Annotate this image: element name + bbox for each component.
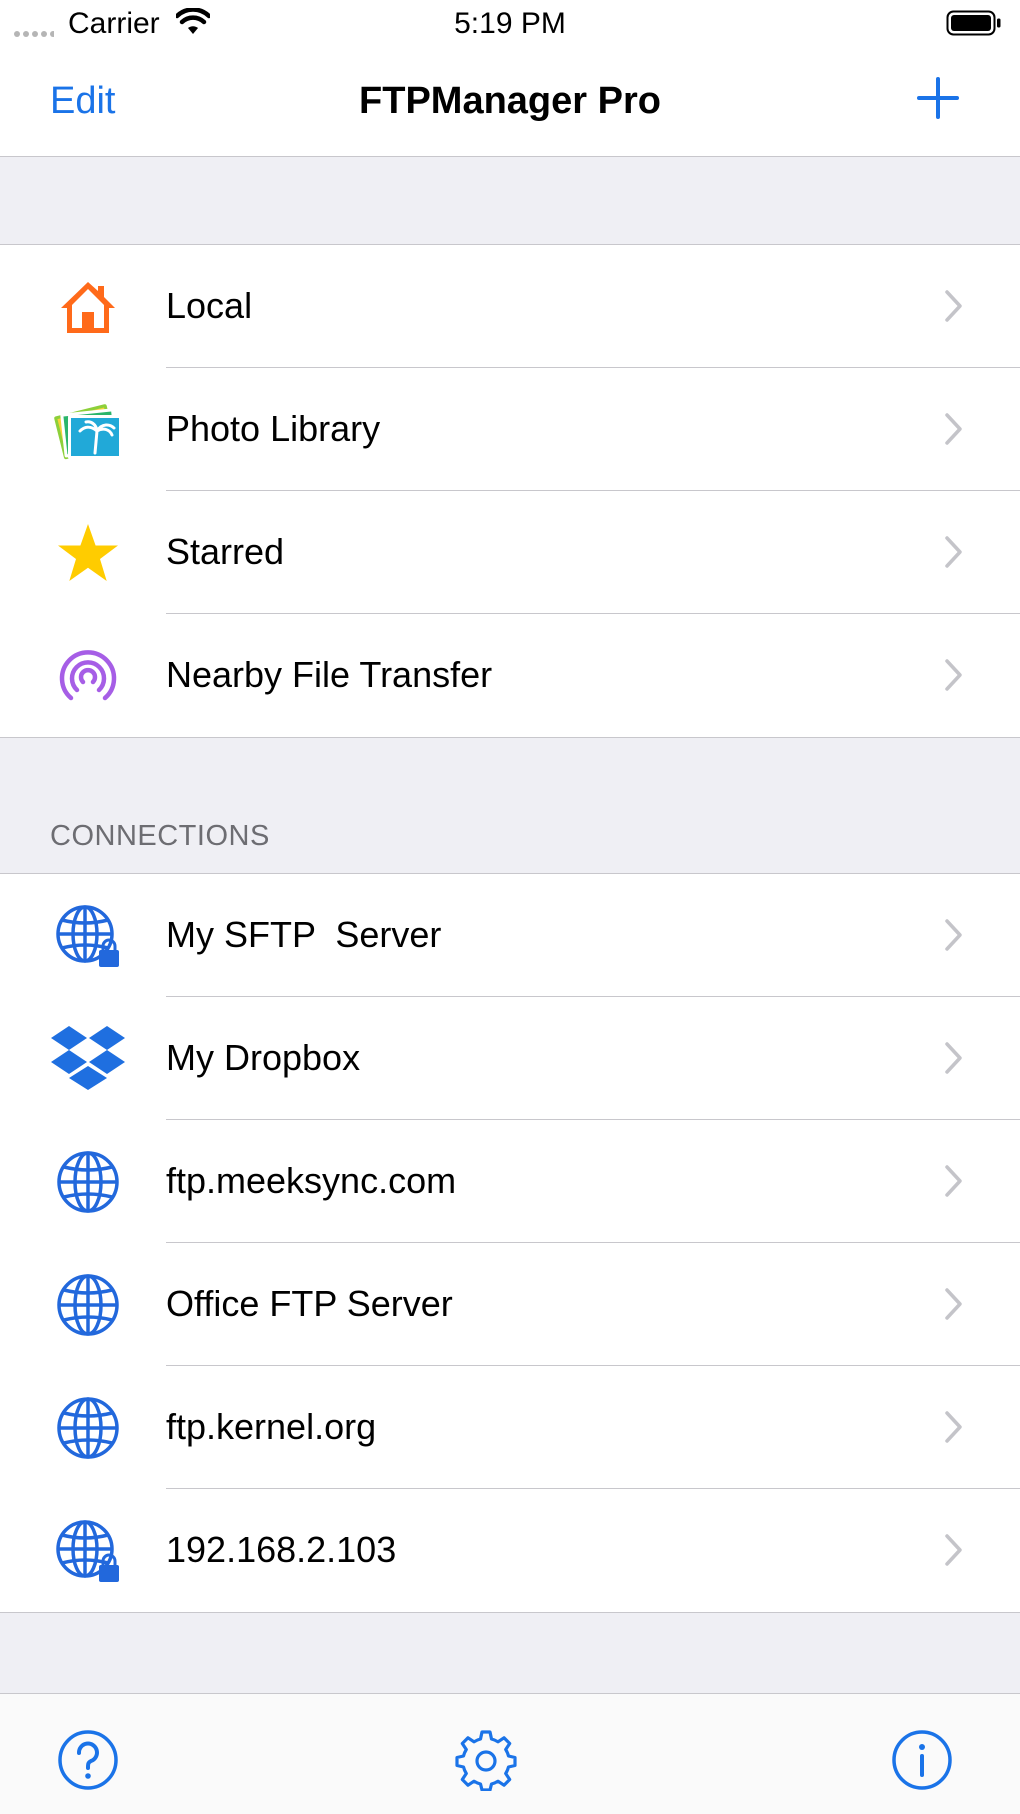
chevron-right-icon [945, 536, 962, 568]
globe-icon [48, 1394, 128, 1462]
airdrop-icon [48, 642, 128, 710]
list-item-label: ftp.meeksync.com [166, 1160, 457, 1201]
chevron-right-icon [945, 1165, 962, 1197]
house-icon [48, 273, 128, 341]
list-item-connection[interactable]: ftp.meeksync.com [0, 1120, 1020, 1243]
globe-lock-icon [48, 902, 128, 970]
chevron-right-icon [945, 1042, 962, 1074]
chevron-right-icon [945, 659, 962, 691]
chevron-right-icon [945, 1534, 962, 1566]
battery-icon [946, 10, 1001, 36]
list-item-starred[interactable]: Starred [0, 491, 1020, 614]
list-item-local[interactable]: Local [0, 245, 1020, 368]
list-item-photo-library[interactable]: Photo Library [0, 368, 1020, 491]
list-item-connection[interactable]: 192.168.2.103 [0, 1489, 1020, 1612]
chevron-right-icon [945, 413, 962, 445]
globe-lock-icon [48, 1517, 128, 1585]
help-icon [58, 1730, 118, 1790]
photos-icon [48, 396, 128, 464]
globe-icon [48, 1271, 128, 1339]
dropbox-icon [48, 1025, 128, 1093]
list-item-connection[interactable]: My Dropbox [0, 997, 1020, 1120]
list-item-label: ftp.kernel.org [166, 1406, 377, 1447]
list-item-label: My Dropbox [166, 1037, 361, 1078]
list-item-connection[interactable]: ftp.kernel.org [0, 1366, 1020, 1489]
list-item-label: Photo Library [166, 408, 381, 449]
navigation-bar: Edit FTPManager Pro [0, 50, 1020, 157]
clock: 5:19 PM [454, 7, 566, 40]
plus-icon [917, 77, 959, 119]
bottom-toolbar [0, 1693, 1020, 1814]
info-button[interactable] [891, 1729, 953, 1791]
add-connection-button[interactable] [916, 76, 960, 120]
list-item-label: Starred [166, 531, 285, 572]
info-icon [892, 1730, 952, 1790]
list-item-connection[interactable]: Office FTP Server [0, 1243, 1020, 1366]
connections-list: My SFTP Server My Dropbox ftp.meeksync.c… [0, 873, 1020, 1613]
page-title: FTPManager Pro [359, 80, 661, 122]
gear-icon [455, 1730, 517, 1791]
status-bar: Carrier 5:19 PM [0, 0, 1020, 50]
chevron-right-icon [945, 919, 962, 951]
globe-icon [48, 1148, 128, 1216]
chevron-right-icon [945, 290, 962, 322]
section-header-connections: CONNECTIONS [50, 820, 270, 852]
list-item-label: 192.168.2.103 [166, 1529, 397, 1570]
list-item-nearby-file-transfer[interactable]: Nearby File Transfer [0, 614, 1020, 737]
chevron-right-icon [945, 1411, 962, 1443]
locations-list: Local Photo Library Starred Nearby File … [0, 244, 1020, 738]
settings-button[interactable] [455, 1729, 517, 1791]
star-icon [48, 519, 128, 587]
list-item-label: Nearby File Transfer [166, 654, 493, 695]
list-item-label: Local [166, 285, 253, 326]
list-item-label: My SFTP Server [166, 914, 442, 955]
chevron-right-icon [945, 1288, 962, 1320]
help-button[interactable] [57, 1729, 119, 1791]
app-screen: Carrier 5:19 PM Edit FTPManager Pro Loca… [0, 0, 1020, 1814]
list-item-connection[interactable]: My SFTP Server [0, 874, 1020, 997]
list-item-label: Office FTP Server [166, 1283, 453, 1324]
